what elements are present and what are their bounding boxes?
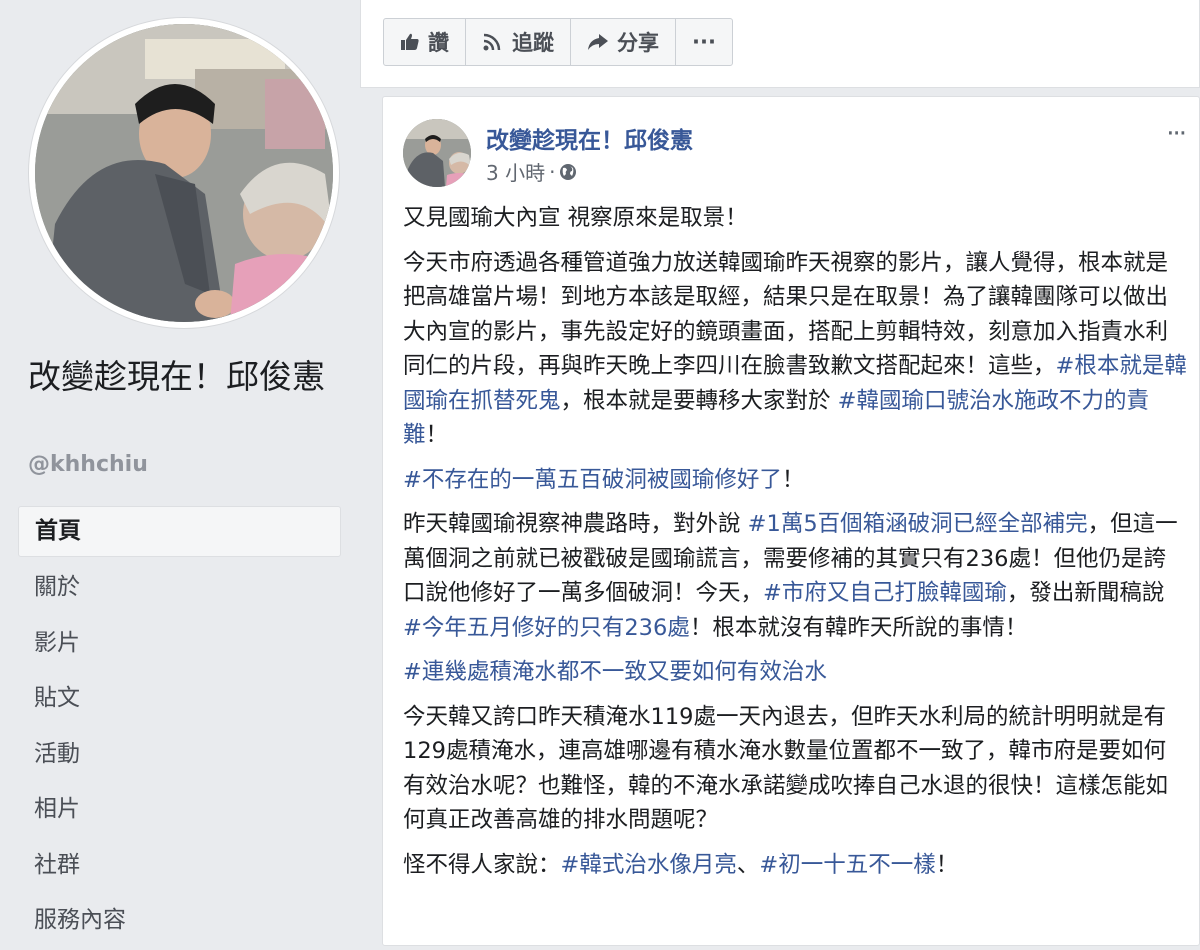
hashtag-link[interactable]: #今年五月修好的只有236處 [403, 615, 690, 641]
post-text: 、 [736, 851, 760, 878]
post-paragraph-1: 又見國瑜大內宣 視察原來是取景！ [403, 201, 1188, 236]
follow-button[interactable]: 追蹤 [466, 19, 571, 65]
share-label: 分享 [617, 31, 659, 55]
nav-item-about[interactable]: 關於 [18, 561, 341, 617]
profile-picture[interactable] [29, 18, 339, 328]
page-nav: 首頁 關於 影片 貼文 活動 相片 社群 服務內容 [18, 506, 341, 950]
post-paragraph-2: 今天市府透過各種管道強力放送韓國瑜昨天視察的影片，讓人覺得，根本就是把高雄當片場… [403, 246, 1188, 453]
post-author-name[interactable]: 改變趁現在！邱俊憲 [486, 121, 693, 155]
post-text: ！ [781, 466, 805, 493]
nav-item-community[interactable]: 社群 [18, 839, 341, 895]
profile-photo [35, 24, 333, 322]
nav-item-videos[interactable]: 影片 [18, 617, 341, 673]
like-label: 讚 [428, 31, 449, 55]
page-title: 改變趁現在！邱俊憲 [28, 357, 325, 396]
more-options-button[interactable]: ··· [676, 19, 732, 65]
post-text: 怪不得人家說： [403, 851, 561, 878]
share-arrow-icon [588, 34, 608, 50]
post-meta: 3 小時 · [486, 157, 577, 186]
post-paragraph-6: 今天韓又誇口昨天積淹水119處一天內退去，但昨天水利局的統計明明就是有129處積… [403, 700, 1188, 838]
like-button[interactable]: 讚 [384, 19, 466, 65]
page-sidebar: 改變趁現在！邱俊憲 @khhchiu 首頁 關於 影片 貼文 活動 相片 社群 … [0, 0, 360, 938]
post-author-avatar[interactable] [403, 119, 471, 187]
post-paragraph-7: 怪不得人家說：#韓式治水像月亮、#初一十五不一樣！ [403, 848, 1188, 883]
hashtag-link[interactable]: #韓式治水像月亮 [561, 852, 737, 878]
post-text: 又見國瑜大內宣 視察原來是取景！ [403, 205, 748, 231]
nav-item-posts[interactable]: 貼文 [18, 672, 341, 728]
nav-item-events[interactable]: 活動 [18, 728, 341, 784]
post-text: ，發出新聞稿說 [1006, 580, 1165, 606]
rss-icon [483, 33, 501, 51]
post-paragraph-4: 昨天韓國瑜視察神農路時，對外說 #1萬5百個箱涵破洞已經全部補完，但這一萬個洞之… [403, 507, 1188, 645]
post-paragraph-3: #不存在的一萬五百破洞被國瑜修好了！ [403, 463, 1188, 498]
post-options-icon[interactable]: ··· [1166, 119, 1187, 149]
post-card: 改變趁現在！邱俊憲 3 小時 · ··· 又見國瑜大內宣 視察原來是取景！ 今天… [382, 96, 1200, 946]
post-text: 今天韓又誇口昨天積淹水119處一天內退去，但昨天水利局的統計明明就是有129處積… [403, 703, 1169, 834]
hashtag-link[interactable]: #1萬5百個箱涵破洞已經全部補完 [748, 511, 1088, 537]
page-username[interactable]: @khhchiu [28, 452, 148, 477]
post-paragraph-5: #連幾處積淹水都不一致又要如何有效治水 [403, 655, 1188, 690]
share-button[interactable]: 分享 [571, 19, 676, 65]
thumbs-up-icon [401, 33, 419, 50]
post-text: ！ [425, 422, 449, 448]
hashtag-link[interactable]: #不存在的一萬五百破洞被國瑜修好了 [403, 467, 782, 493]
post-text: 昨天韓國瑜視察神農路時，對外說 [403, 511, 748, 537]
follow-label: 追蹤 [512, 31, 554, 55]
post-text: 今天市府透過各種管道強力放送韓國瑜昨天視察的影片，讓人覺得，根本就是把高雄當片場… [403, 249, 1169, 380]
post-body: 又見國瑜大內宣 視察原來是取景！ 今天市府透過各種管道強力放送韓國瑜昨天視察的影… [403, 201, 1188, 892]
nav-item-home[interactable]: 首頁 [18, 506, 341, 557]
hashtag-link[interactable]: #市府又自己打臉韓國瑜 [763, 580, 1007, 606]
page-action-bar: 讚 追蹤 分享 ··· [360, 0, 1200, 88]
post-text: ，根本就是要轉移大家對於 [560, 387, 838, 414]
post-timestamp[interactable]: 3 小時 [486, 157, 545, 186]
post-text: ！根本就沒有韓昨天所說的事情！ [689, 614, 1028, 641]
globe-icon[interactable] [559, 163, 577, 181]
hashtag-link[interactable]: #連幾處積淹水都不一致又要如何有效治水 [403, 659, 827, 685]
hashtag-link[interactable]: #初一十五不一樣 [759, 852, 935, 878]
meta-separator: · [549, 159, 556, 184]
nav-item-services[interactable]: 服務內容 [18, 894, 341, 950]
action-button-group: 讚 追蹤 分享 ··· [383, 18, 733, 66]
more-dots-icon: ··· [692, 30, 716, 54]
post-text: ！ [935, 851, 959, 878]
nav-item-photos[interactable]: 相片 [18, 783, 341, 839]
